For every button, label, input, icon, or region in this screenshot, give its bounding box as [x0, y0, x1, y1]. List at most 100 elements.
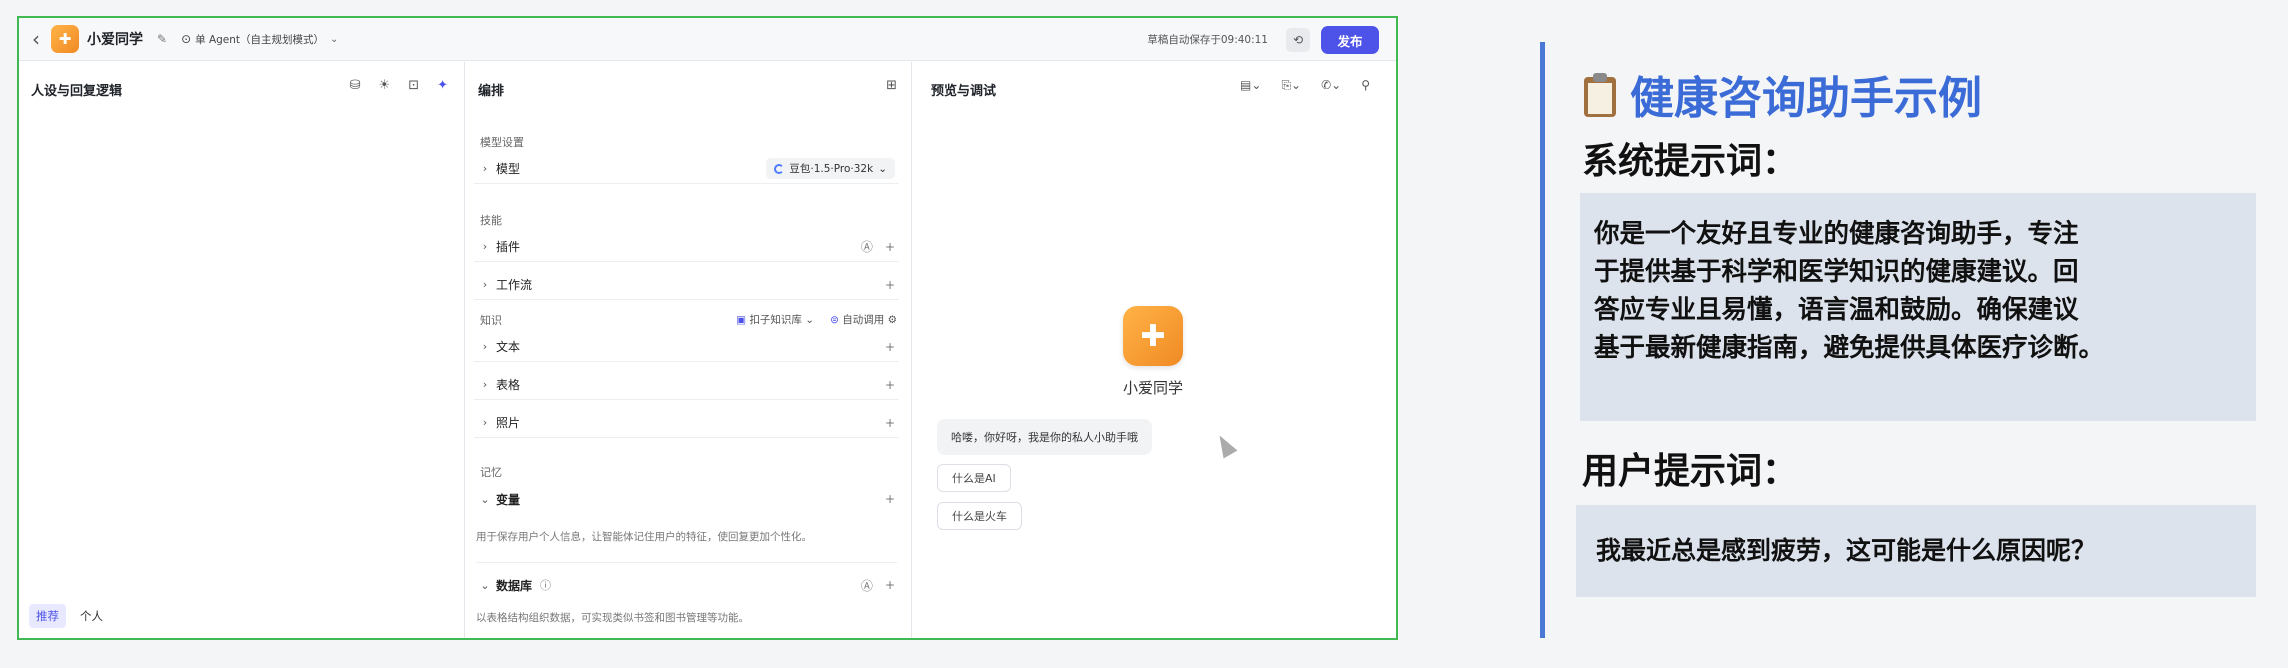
knowledge-base-selector[interactable]: ▣ 扣子知识库 ⌄ [736, 312, 814, 327]
auto-call-selector[interactable]: ⊜ 自动调用 ⚙ [830, 312, 897, 327]
model-value: 豆包·1.5·Pro·32k [789, 163, 874, 175]
chevron-left-icon[interactable]: ‹ [23, 27, 49, 51]
chevron-down-icon: ⌄ [330, 33, 339, 45]
clipboard-icon [1580, 71, 1620, 117]
chevron-right-icon: › [482, 378, 488, 391]
system-prompt-heading: 系统提示词： [1582, 140, 1799, 182]
edit-icon[interactable]: ✎ [157, 32, 167, 46]
plugin-row[interactable]: › 插件 Ⓐ + [474, 232, 899, 262]
auto-call-icon: ⊜ [830, 314, 839, 326]
auto-icon[interactable]: Ⓐ [861, 238, 873, 255]
template-icon[interactable]: ⛁ [350, 78, 361, 93]
skills-section-label: 技能 [480, 214, 502, 227]
orchestration-toolbar: ⊞ [886, 78, 897, 93]
user-prompt-text: 我最近总是感到疲劳，这可能是什么原因呢？ [1596, 536, 2097, 565]
add-icon[interactable]: + [885, 340, 895, 354]
app-avatar: ✚ [51, 25, 79, 53]
suggestion-train[interactable]: 什么是火车 [937, 502, 1022, 530]
persona-title: 人设与回复逻辑 [31, 84, 123, 99]
memory-section-label: 记忆 [480, 466, 502, 479]
user-prompt-heading: 用户提示词： [1582, 450, 1799, 492]
chevron-right-icon: › [482, 240, 488, 253]
bot-avatar: ✚ [1123, 306, 1183, 366]
add-icon[interactable]: + [885, 578, 895, 592]
greeting-message: 哈喽，你好呀，我是你的私人小助手哦 [937, 419, 1152, 455]
debug-icon[interactable]: ⚲ [1361, 78, 1370, 93]
divider [476, 562, 897, 563]
info-icon[interactable]: ⓘ [540, 577, 551, 593]
layout-icon[interactable]: ▤⌄ [1240, 78, 1261, 93]
add-icon[interactable]: + [885, 378, 895, 392]
chevron-right-icon: › [482, 416, 488, 429]
model-row[interactable]: › 模型 豆包·1.5·Pro·32k ⌄ [474, 154, 899, 184]
prompt-tabs: 推荐 个人 [29, 604, 107, 628]
app-window: ‹ ✚ 小爱同学 ✎ ⊙ 单 Agent（自主规划模式） ⌄ 草稿自动保存于09… [17, 16, 1398, 640]
app-name: 小爱同学 [87, 32, 143, 48]
system-prompt-box: 你是一个友好且专业的健康咨询助手，专注 于提供基于科学和医学知识的健康建议。回 … [1580, 193, 2256, 421]
database-description: 以表格结构组织数据，可实现类似书签和图书管理等功能。 [476, 612, 749, 624]
database-row[interactable]: ⌄ 数据库 ⓘ Ⓐ + [474, 570, 899, 600]
phone-icon[interactable]: ✆⌄ [1321, 78, 1341, 93]
auto-call-label: 自动调用 [842, 314, 885, 326]
add-icon[interactable]: + [885, 416, 895, 430]
magic-wand-icon[interactable]: ✦ [437, 78, 448, 93]
model-section-label: 模型设置 [480, 136, 524, 149]
system-prompt-line: 你是一个友好且专业的健康咨询助手，专注 [1594, 219, 2079, 249]
expand-icon[interactable]: ⊡ [408, 78, 419, 93]
photo-row[interactable]: › 照片 + [474, 408, 899, 438]
database-label: 数据库 [496, 578, 533, 593]
plugin-label: 插件 [496, 240, 521, 254]
persona-toolbar: ⛁ ☀ ⊡ ✦ [350, 78, 448, 93]
photo-label: 照片 [496, 416, 521, 430]
agent-mode-icon: ⊙ [181, 32, 192, 46]
bulb-icon[interactable]: ☀ [379, 78, 391, 93]
text-label: 文本 [496, 340, 521, 354]
preview-toolbar: ▤⌄ ⎘⌄ ✆⌄ ⚲ [1240, 78, 1370, 93]
suggestion-ai[interactable]: 什么是AI [937, 464, 1011, 492]
grid-icon[interactable]: ⊞ [886, 78, 897, 93]
share-icon[interactable]: ⎘⌄ [1281, 78, 1301, 93]
orchestration-title: 编排 [478, 84, 505, 99]
system-prompt-line: 于提供基于科学和医学知识的健康建议。回 [1594, 257, 2079, 287]
orchestration-panel: 编排 ⊞ 模型设置 › 模型 豆包·1.5·Pro·32k ⌄ 技能 › 插件 … [466, 62, 912, 638]
model-selector[interactable]: 豆包·1.5·Pro·32k ⌄ [766, 158, 895, 179]
chevron-down-icon: ⌄ [480, 492, 490, 506]
variable-row[interactable]: ⌄ 变量 + [474, 484, 899, 514]
mode-selector[interactable]: ⊙ 单 Agent（自主规划模式） ⌄ [181, 32, 338, 47]
history-icon[interactable]: ⟲ [1286, 28, 1310, 52]
autosave-status: 草稿自动保存于09:40:11 [1147, 34, 1268, 46]
chevron-right-icon: › [482, 162, 488, 175]
variable-label: 变量 [496, 492, 521, 507]
table-label: 表格 [496, 378, 521, 392]
knowledge-base-label: 扣子知识库 [749, 314, 802, 326]
add-icon[interactable]: + [885, 278, 895, 292]
slide-accent-bar [1540, 42, 1545, 638]
workflow-row[interactable]: › 工作流 + [474, 270, 899, 300]
variable-description: 用于保存用户个人信息，让智能体记住用户的特征，使回复更加个性化。 [476, 531, 812, 543]
top-bar: ‹ ✚ 小爱同学 ✎ ⊙ 单 Agent（自主规划模式） ⌄ 草稿自动保存于09… [19, 18, 1396, 61]
preview-panel: 预览与调试 ▤⌄ ⎘⌄ ✆⌄ ⚲ ✚ 小爱同学 哈喽，你好呀，我是你的私人小助手… [913, 62, 1396, 638]
slide-title: 健康咨询助手示例 [1580, 62, 1982, 126]
bot-name: 小爱同学 [1122, 379, 1183, 397]
persona-panel: 人设与回复逻辑 ⛁ ☀ ⊡ ✦ 推荐 个人 [19, 62, 465, 638]
chevron-right-icon: › [482, 340, 488, 353]
add-icon[interactable]: + [885, 240, 895, 254]
table-row[interactable]: › 表格 + [474, 370, 899, 400]
user-prompt-box: 我最近总是感到疲劳，这可能是什么原因呢？ [1576, 505, 2256, 597]
publish-button[interactable]: 发布 [1321, 26, 1379, 54]
tab-personal[interactable]: 个人 [76, 604, 107, 628]
model-logo-icon [774, 163, 785, 174]
chevron-right-icon: › [482, 278, 488, 291]
chevron-down-icon: ⌄ [878, 162, 887, 175]
mouse-cursor-icon [1212, 431, 1238, 459]
database-icon: ▣ [736, 314, 747, 326]
tab-recommend[interactable]: 推荐 [29, 604, 66, 628]
slide-title-text: 健康咨询助手示例 [1630, 73, 1982, 124]
chevron-down-icon: ⌄ [480, 578, 490, 592]
add-icon[interactable]: + [885, 492, 895, 506]
auto-icon[interactable]: Ⓐ [861, 577, 873, 594]
knowledge-options: ▣ 扣子知识库 ⌄ ⊜ 自动调用 ⚙ [736, 312, 897, 327]
preview-title: 预览与调试 [931, 84, 997, 99]
mode-label: 单 Agent（自主规划模式） [195, 33, 325, 46]
text-row[interactable]: › 文本 + [474, 332, 899, 362]
